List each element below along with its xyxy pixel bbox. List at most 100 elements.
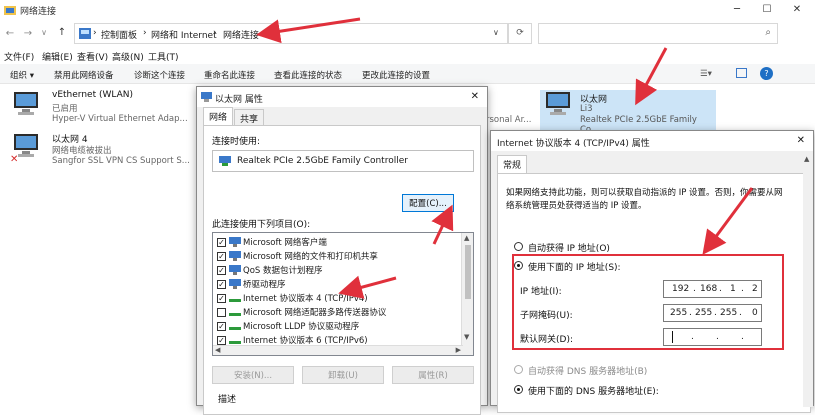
- list-item[interactable]: ✓ Microsoft 网络的文件和打印机共享: [217, 249, 457, 263]
- auto-dns-radio[interactable]: [514, 365, 523, 374]
- window-title: 网络连接: [20, 7, 57, 17]
- scroll-down-icon[interactable]: ▼: [464, 333, 469, 341]
- adapter-name-field: Realtek PCIe 2.5GbE Family Controller: [212, 150, 474, 172]
- menu-bar: 文件(F) 编辑(E) 查看(V) 高级(N) 工具(T): [0, 48, 815, 64]
- scroll-right-icon[interactable]: ▶: [456, 346, 461, 354]
- close-icon[interactable]: ✕: [782, 0, 812, 20]
- checkbox[interactable]: ✓: [217, 266, 226, 275]
- checkbox[interactable]: ✓: [217, 294, 226, 303]
- checkbox[interactable]: ✓: [217, 280, 226, 289]
- cmd-organize[interactable]: 组织 ▾: [10, 69, 34, 81]
- checkbox[interactable]: ✓: [217, 322, 226, 331]
- scroll-left-icon[interactable]: ◀: [215, 346, 220, 354]
- auto-ip-radio[interactable]: [514, 242, 523, 251]
- adapter-ethernet-4[interactable]: ✕ 以太网 4 网络电缆被拔出 Sangfor SSL VPN CS Suppo…: [4, 132, 194, 176]
- properties-button[interactable]: 属性(R): [392, 366, 474, 384]
- manual-ip-radio[interactable]: [514, 261, 523, 270]
- close-icon[interactable]: ✕: [797, 135, 805, 146]
- configure-button[interactable]: 配置(C)...: [402, 194, 454, 212]
- horizontal-scrollbar[interactable]: ◀ ▶: [213, 345, 463, 355]
- cmd-change-settings[interactable]: 更改此连接的设置: [362, 69, 430, 81]
- tab-general[interactable]: 常规: [497, 155, 528, 173]
- explorer-titlebar: 网络连接 ─ ☐ ✕: [0, 0, 815, 20]
- install-button[interactable]: 安装(N)...: [212, 366, 294, 384]
- menu-tools[interactable]: 工具(T): [148, 50, 179, 63]
- adapter-ethernet[interactable]: 以太网 Li3 Realtek PCIe 2.5GbE Family Co...: [540, 90, 716, 135]
- adapter-icon: [219, 156, 231, 166]
- menu-advanced[interactable]: 高级(N): [112, 50, 144, 63]
- cmd-view-status[interactable]: 查看此连接的状态: [274, 69, 342, 81]
- refresh-button[interactable]: ⟳: [508, 23, 532, 44]
- back-arrow-icon[interactable]: ←: [2, 28, 18, 39]
- maximize-icon[interactable]: ☐: [752, 0, 782, 20]
- checkbox[interactable]: ✓: [217, 336, 226, 345]
- up-arrow-icon[interactable]: ↑: [54, 27, 70, 38]
- view-options-icon[interactable]: ☰▾: [700, 69, 712, 79]
- address-bar[interactable]: › 控制面板 › 网络和 Internet › 网络连接 ∨: [74, 23, 508, 44]
- adapter-vethernet-wlan[interactable]: vEthernet (WLAN) 已启用 Hyper-V Virtual Eth…: [4, 90, 194, 134]
- bridge-driver-icon: [229, 279, 241, 289]
- list-item[interactable]: ✓ Microsoft LLDP 协议驱动程序: [217, 319, 457, 333]
- scroll-up-icon[interactable]: ▲: [804, 155, 809, 163]
- manual-ip-option[interactable]: 使用下面的 IP 地址(S):: [514, 260, 714, 273]
- auto-ip-option[interactable]: 自动获得 IP 地址(O): [514, 241, 714, 254]
- ipv4-properties-dialog: Internet 协议版本 4 (TCP/IPv4) 属性 ✕ 常规 如果网络支…: [490, 130, 814, 413]
- tab-network[interactable]: 网络: [203, 107, 234, 125]
- checkbox[interactable]: [217, 308, 226, 317]
- search-input[interactable]: ⌕: [538, 23, 778, 44]
- menu-view[interactable]: 查看(V): [77, 50, 108, 63]
- breadcrumb-control-panel[interactable]: 控制面板: [101, 28, 137, 41]
- uninstall-button[interactable]: 卸载(U): [302, 366, 384, 384]
- file-sharing-icon: [229, 251, 241, 261]
- checkbox[interactable]: ✓: [217, 238, 226, 247]
- description-label: 描述: [218, 395, 237, 405]
- general-tab-panel: 如果网络支持此功能，则可以获取自动指派的 IP 设置。否则，你需要从网 络系统管…: [497, 173, 811, 413]
- network-adapter-icon: [542, 92, 572, 115]
- text-cursor: [672, 331, 673, 343]
- forward-arrow-icon[interactable]: →: [20, 28, 36, 39]
- default-gateway-field[interactable]: . . .: [663, 328, 762, 346]
- protocol-icon: [229, 307, 241, 317]
- dialog-title: 以太网 属性: [215, 95, 263, 105]
- scroll-up-icon[interactable]: ▲: [464, 234, 469, 242]
- list-scrollbar[interactable]: ▲ ▼: [461, 233, 473, 355]
- close-icon[interactable]: ✕: [471, 91, 479, 102]
- protocol-icon: [229, 321, 241, 331]
- address-dropdown-icon[interactable]: ∨: [493, 28, 499, 37]
- network-tab-panel: 连接时使用: Realtek PCIe 2.5GbE Family Contro…: [203, 125, 481, 415]
- ip-address-field[interactable]: 192 . 168 . 1 . 2: [663, 280, 762, 298]
- protocol-icon: [229, 335, 241, 345]
- list-item[interactable]: Microsoft 网络适配器多路传送器协议: [217, 305, 457, 319]
- breadcrumb-network-connections[interactable]: 网络连接: [223, 28, 259, 41]
- menu-file[interactable]: 文件(F): [4, 50, 34, 63]
- recent-chevron-icon[interactable]: ∨: [36, 28, 52, 37]
- list-item[interactable]: ✓ Internet 协议版本 4 (TCP/IPv4): [217, 291, 457, 305]
- protocol-icon: [229, 293, 241, 303]
- checkbox[interactable]: ✓: [217, 252, 226, 261]
- preview-pane-icon[interactable]: [736, 68, 747, 78]
- search-icon: ⌕: [765, 27, 771, 38]
- minimize-icon[interactable]: ─: [722, 0, 752, 20]
- subnet-mask-field[interactable]: 255 . 255 . 255 . 0: [663, 304, 762, 322]
- command-bar: 组织 ▾ 禁用此网络设备 诊断这个连接 重命名此连接 查看此连接的状态 更改此连…: [0, 64, 815, 84]
- auto-dns-option[interactable]: 自动获得 DNS 服务器地址(B): [514, 364, 734, 377]
- ethernet-properties-dialog: 以太网 属性 ✕ 网络 共享 连接时使用: Realtek PCIe 2.5Gb…: [196, 86, 488, 415]
- breadcrumb-network-internet[interactable]: 网络和 Internet: [151, 28, 217, 41]
- network-adapter-icon: [10, 134, 40, 157]
- cmd-diagnose[interactable]: 诊断这个连接: [134, 69, 185, 81]
- menu-edit[interactable]: 编辑(E): [42, 50, 73, 63]
- connection-items-list[interactable]: ✓ Microsoft 网络客户端 ✓ Microsoft 网络的文件和打印机共…: [212, 232, 474, 356]
- tab-sharing[interactable]: 共享: [234, 109, 265, 125]
- cmd-disable-device[interactable]: 禁用此网络设备: [54, 69, 114, 81]
- adapter-icon: [201, 92, 212, 102]
- cmd-rename[interactable]: 重命名此连接: [204, 69, 255, 81]
- manual-dns-radio[interactable]: [514, 385, 523, 394]
- list-item[interactable]: ✓ 桥驱动程序: [217, 277, 457, 291]
- list-item[interactable]: ✓ Microsoft 网络客户端: [217, 235, 457, 249]
- help-icon[interactable]: ?: [760, 67, 773, 80]
- scroll-thumb[interactable]: [465, 245, 471, 299]
- list-item[interactable]: ✓ QoS 数据包计划程序: [217, 263, 457, 277]
- control-panel-icon: [79, 28, 91, 39]
- manual-dns-option[interactable]: 使用下面的 DNS 服务器地址(E):: [514, 384, 734, 397]
- dialog-scrollbar[interactable]: ▲: [803, 151, 813, 407]
